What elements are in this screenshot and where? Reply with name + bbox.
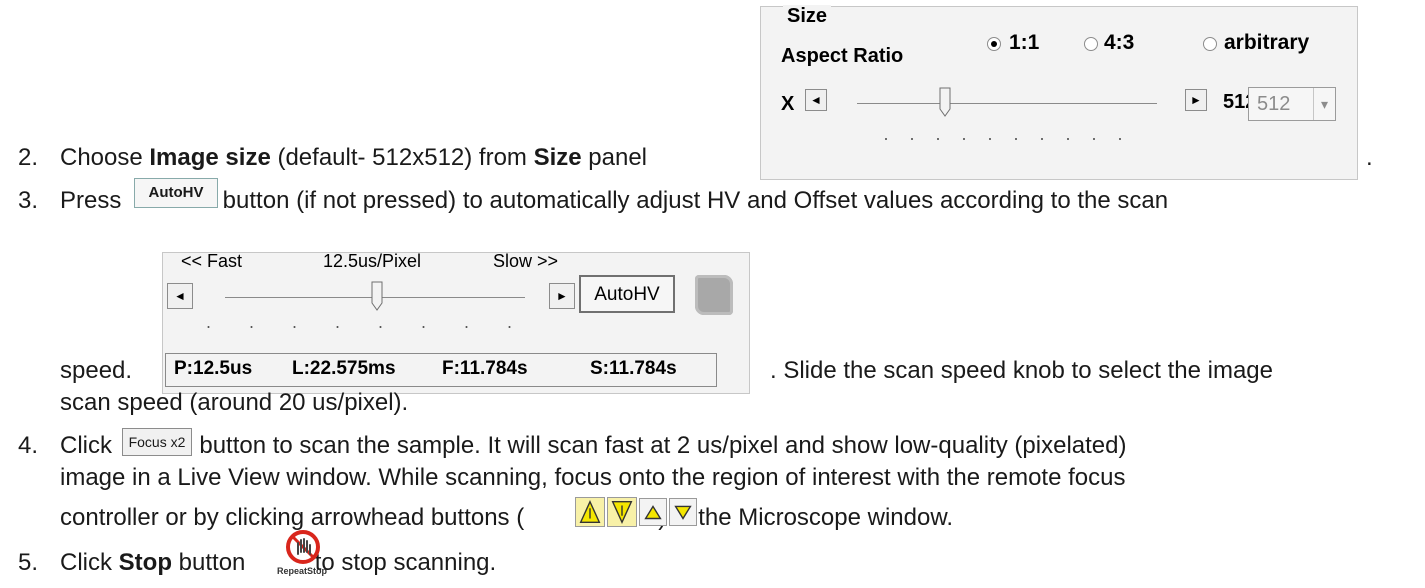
item-2-trailing: . [1366,144,1373,171]
height-combo[interactable]: 512 ▾ [1248,87,1336,121]
item-3-line-3: scan speed (around 20 us/pixel). [60,389,409,416]
item-3-line-1: Press button (if not pressed) to automat… [60,187,1169,214]
size-slider-track[interactable] [857,103,1157,104]
stamp-icon[interactable] [695,275,733,315]
item-2-number: 2. [18,144,39,171]
status-line-time: L:22.575ms [292,358,396,379]
item-3-line-2-end: . Slide the scan speed knob to select th… [770,357,1273,384]
status-pixel-time: P:12.5us [174,358,253,379]
radio-1-1[interactable] [987,37,1001,51]
item-3-line-2-start: speed. [60,357,133,384]
radio-arbitrary-label: arbitrary [1224,31,1310,54]
size-slider-ticks [873,137,1143,141]
size-right-arrow-button[interactable]: ► [1185,89,1207,111]
scan-speed-panel: << Fast 12.5us/Pixel Slow >> ◄ ► AutoHV … [162,251,750,394]
speed-right-arrow-button[interactable]: ► [549,283,575,309]
speed-slider-thumb[interactable] [371,281,383,311]
rate-label: 12.5us/Pixel [323,251,422,271]
aspect-ratio-label: Aspect Ratio [781,45,904,67]
size-slider-thumb[interactable] [939,87,951,117]
focus-x2-button[interactable]: Focus x2 [122,428,192,456]
focus-up-large-icon[interactable] [575,497,605,527]
size-panel: Size Aspect Ratio 1:1 4:3 arbitrary X ◄ … [760,5,1358,180]
fast-label: << Fast [181,251,243,271]
focus-up-small-icon[interactable] [639,498,667,526]
item-4-line-3: controller or by clicking arrowhead butt… [60,504,954,531]
autohv-inline-button[interactable]: AutoHV [134,178,218,208]
radio-1-1-label: 1:1 [1009,31,1040,54]
item-4-number: 4. [18,432,39,459]
status-frame-time: F:11.784s [442,358,528,379]
speed-left-arrow-button[interactable]: ◄ [167,283,193,309]
status-scan-time: S:11.784s [590,358,677,379]
stop-button[interactable]: RepeatStop [276,530,328,584]
size-panel-legend: Size [783,5,832,28]
item-2-text: Choose Image size (default- 512x512) fro… [60,144,648,171]
slow-label: Slow >> [493,251,559,271]
focus-down-large-icon[interactable] [607,497,637,527]
x-label: X [781,93,795,115]
speed-slider-ticks [187,325,537,329]
autohv-button[interactable]: AutoHV [579,275,675,313]
radio-4-3-label: 4:3 [1104,31,1135,54]
item-5-number: 5. [18,549,39,576]
stop-hand-icon [286,530,320,564]
chevron-down-icon[interactable]: ▾ [1313,88,1335,120]
item-4-line-2: image in a Live View window. While scann… [60,464,1126,491]
item-3-number: 3. [18,187,39,214]
stop-button-caption: RepeatStop [276,566,327,576]
item-4-line-1: Click button to scan the sample. It will… [60,432,1127,459]
height-combo-value: 512 [1257,93,1291,115]
radio-4-3[interactable] [1084,37,1098,51]
size-left-arrow-button[interactable]: ◄ [805,89,827,111]
radio-arbitrary[interactable] [1203,37,1217,51]
focus-down-small-icon[interactable] [669,498,697,526]
scan-status-bar: P:12.5us L:22.575ms F:11.784s S:11.784s [165,353,717,387]
